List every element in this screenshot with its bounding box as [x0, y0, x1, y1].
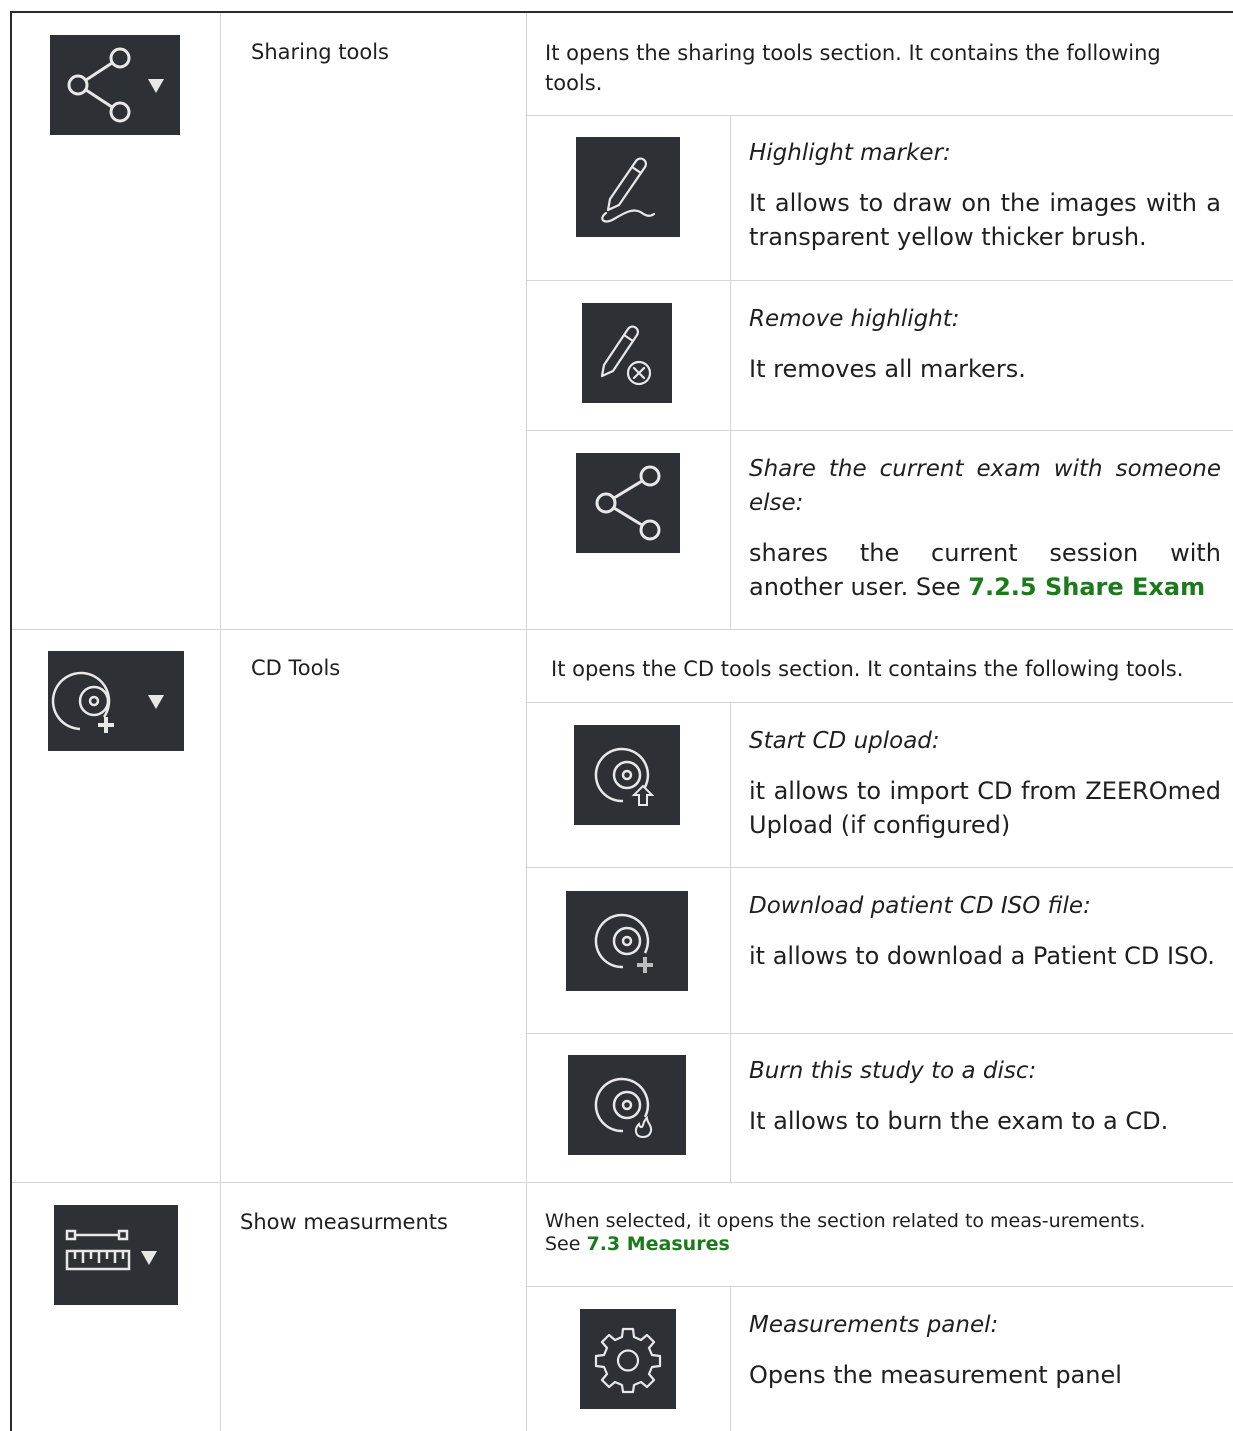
- subtool-title: Burn this study to a disc:: [749, 1058, 1037, 1084]
- subtool-item: Burn this study to a disc: It allows to …: [749, 1054, 1221, 1138]
- subtool-item: Highlight marker: It allows to draw on t…: [749, 136, 1221, 254]
- table-top-border: [10, 11, 1233, 13]
- subtool-title: Remove highlight:: [749, 306, 960, 332]
- subtool-item: Start CD upload: it allows to import CD …: [749, 724, 1221, 842]
- subtool-desc: it allows to download a Patient CD ISO.: [749, 942, 1215, 970]
- subtable-divider: [527, 430, 1233, 431]
- remove-highlight-icon: [582, 303, 672, 403]
- tool-description: It opens the sharing tools section. It c…: [545, 41, 1161, 95]
- cd-download-icon: [566, 891, 688, 991]
- subtool-desc: Opens the measurement panel: [749, 1361, 1122, 1389]
- subtable-divider: [527, 867, 1233, 868]
- gear-icon: [580, 1309, 676, 1409]
- column-divider: [526, 13, 527, 1431]
- subtool-title: Download patient CD ISO file:: [749, 893, 1091, 919]
- subtable-divider: [527, 1033, 1233, 1034]
- table-left-border: [10, 11, 12, 1431]
- subtool-item: Remove highlight: It removes all markers…: [749, 302, 1221, 386]
- subtool-item: Measurements panel: Opens the measuremen…: [749, 1308, 1221, 1392]
- measures-link[interactable]: 7.3 Measures: [586, 1233, 729, 1255]
- subtool-desc: shares the current session with another …: [749, 536, 1221, 604]
- ruler-dropdown-icon[interactable]: [54, 1205, 178, 1305]
- cd-burn-icon: [568, 1055, 686, 1155]
- subtable-column-divider: [730, 1287, 731, 1431]
- subtool-title: Highlight marker:: [749, 140, 951, 166]
- subtool-title: Start CD upload:: [749, 728, 940, 754]
- subtool-title: Measurements panel:: [749, 1312, 999, 1338]
- subtable-divider: [527, 115, 1233, 116]
- subtable-divider: [527, 702, 1233, 703]
- share-exam-link[interactable]: 7.2.5 Share Exam: [968, 573, 1205, 601]
- subtable-divider: [527, 1286, 1233, 1287]
- subtool-title: Share the current exam with someone else…: [749, 456, 1221, 516]
- subtool-desc: it allows to import CD from ZEEROmed Upl…: [749, 777, 1221, 839]
- subtool-desc: It removes all markers.: [749, 355, 1026, 383]
- subtool-item: Download patient CD ISO file: it allows …: [749, 889, 1221, 973]
- subtool-item: Share the current exam with someone else…: [749, 452, 1221, 604]
- tool-description: It opens the CD tools section. It contai…: [551, 657, 1184, 681]
- tool-name: Sharing tools: [251, 40, 389, 64]
- tool-name: Show measurments: [240, 1210, 448, 1234]
- row-divider: [12, 629, 1233, 630]
- row-divider: [12, 1182, 1233, 1183]
- share-dropdown-icon[interactable]: [50, 35, 180, 135]
- share-icon: [576, 453, 680, 553]
- cd-dropdown-icon[interactable]: [48, 651, 184, 751]
- subtable-column-divider: [730, 703, 731, 1182]
- subtool-desc: It allows to draw on the images with a t…: [749, 189, 1221, 251]
- highlight-marker-icon: [576, 137, 680, 237]
- subtable-column-divider: [730, 116, 731, 629]
- tool-description: When selected, it opens the section rela…: [545, 1210, 1185, 1256]
- subtable-divider: [527, 280, 1233, 281]
- subtool-desc: It allows to burn the exam to a CD.: [749, 1107, 1169, 1135]
- tool-name: CD Tools: [251, 656, 341, 680]
- column-divider: [220, 13, 221, 1431]
- cd-upload-icon: [574, 725, 680, 825]
